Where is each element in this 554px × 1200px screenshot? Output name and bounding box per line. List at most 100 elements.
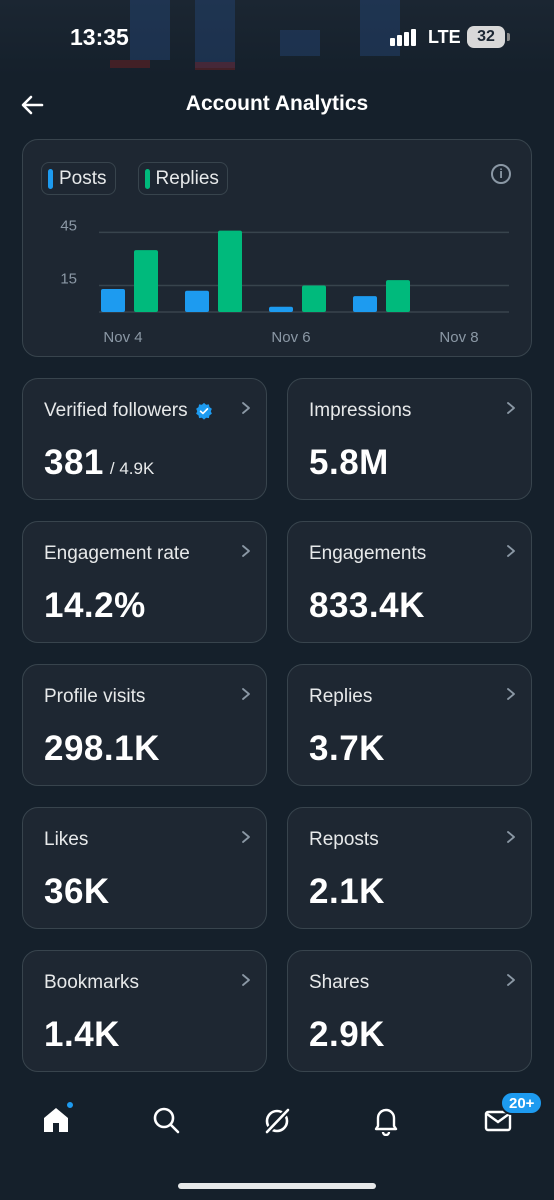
metric-card-shares[interactable]: Shares 2.9K bbox=[287, 950, 532, 1072]
metric-label-text: Engagements bbox=[309, 543, 427, 564]
chevron-right-icon bbox=[507, 402, 515, 414]
legend-replies[interactable]: Replies bbox=[137, 162, 228, 195]
signal-icon bbox=[390, 26, 420, 46]
metric-value: 14.2% bbox=[44, 586, 146, 626]
metric-label-text: Shares bbox=[309, 972, 370, 993]
metric-label: Replies bbox=[309, 686, 372, 708]
metric-total: / 4.9K bbox=[109, 459, 155, 478]
metric-label: Bookmarks bbox=[44, 972, 139, 994]
metric-value-text: 2.1K bbox=[309, 872, 385, 911]
nav-notifications[interactable] bbox=[370, 1104, 404, 1138]
metric-label-text: Replies bbox=[309, 686, 373, 707]
metric-label: Profile visits bbox=[44, 686, 145, 708]
metric-value-text: 1.4K bbox=[44, 1015, 120, 1054]
nav-messages[interactable]: 20+ bbox=[482, 1091, 544, 1138]
nav-grok[interactable] bbox=[260, 1104, 294, 1138]
chevron-right-icon bbox=[242, 545, 250, 557]
x-tick-label: Nov 4 bbox=[103, 329, 142, 346]
page-header: Account Analytics bbox=[0, 86, 554, 126]
grok-icon bbox=[263, 1106, 292, 1136]
metric-card-verified-followers[interactable]: Verified followers 381 / 4.9K bbox=[22, 378, 267, 500]
chevron-right-icon bbox=[242, 688, 250, 700]
metric-card-likes[interactable]: Likes 36K bbox=[22, 807, 267, 929]
metric-value-text: 5.8M bbox=[309, 443, 389, 482]
notification-dot bbox=[65, 1100, 75, 1110]
metric-label-text: Bookmarks bbox=[44, 972, 140, 993]
legend-posts[interactable]: Posts bbox=[41, 162, 116, 195]
battery-icon: 32 bbox=[467, 26, 510, 48]
metric-value: 36K bbox=[44, 872, 110, 912]
nav-search[interactable] bbox=[150, 1104, 184, 1138]
metric-value-text: 2.9K bbox=[309, 1015, 385, 1054]
metric-value: 5.8M bbox=[309, 443, 389, 483]
status-bar: 13:35 LTE 32 bbox=[0, 0, 554, 76]
metric-value-text: 3.7K bbox=[309, 729, 385, 768]
x-tick-label: Nov 8 bbox=[439, 329, 478, 346]
y-tick-label: 15 bbox=[60, 270, 77, 287]
bar-replies-nov-4 bbox=[134, 250, 158, 312]
bell-icon bbox=[374, 1108, 398, 1137]
metric-card-reposts[interactable]: Reposts 2.1K bbox=[287, 807, 532, 929]
chevron-right-icon bbox=[242, 974, 250, 986]
metric-value: 3.7K bbox=[309, 729, 385, 769]
chevron-right-icon bbox=[242, 831, 250, 843]
metric-value: 2.9K bbox=[309, 1015, 385, 1055]
bar-replies-nov-7 bbox=[386, 280, 410, 312]
replies-swatch bbox=[144, 168, 150, 189]
background-blur-shape bbox=[195, 62, 235, 70]
bar-replies-nov-6 bbox=[302, 285, 326, 312]
verified-badge-icon bbox=[195, 402, 212, 420]
network-type: LTE bbox=[428, 27, 461, 47]
messages-count-badge: 20+ bbox=[500, 1091, 544, 1115]
background-blur-shape bbox=[280, 30, 320, 56]
metric-card-engagement-rate[interactable]: Engagement rate 14.2% bbox=[22, 521, 267, 643]
metric-value: 833.4K bbox=[309, 586, 425, 626]
legend-replies-label: Replies bbox=[155, 167, 219, 189]
search-icon bbox=[153, 1107, 180, 1134]
metric-label-text: Reposts bbox=[309, 829, 379, 850]
metric-label-text: Verified followers bbox=[44, 400, 188, 421]
metric-card-replies[interactable]: Replies 3.7K bbox=[287, 664, 532, 786]
x-tick-label: Nov 6 bbox=[271, 329, 310, 346]
posts-swatch bbox=[48, 168, 53, 189]
metric-value: 298.1K bbox=[44, 729, 160, 769]
metric-value: 2.1K bbox=[309, 872, 385, 912]
metric-label: Reposts bbox=[309, 829, 379, 851]
metric-value-text: 381 bbox=[44, 443, 104, 482]
metric-value: 381 / 4.9K bbox=[44, 443, 154, 483]
bar-posts-nov-4 bbox=[101, 289, 125, 312]
home-indicator[interactable] bbox=[178, 1183, 376, 1189]
metric-label-text: Likes bbox=[44, 829, 89, 850]
metric-label-text: Profile visits bbox=[44, 686, 146, 707]
bar-posts-nov-6 bbox=[269, 306, 293, 312]
metric-label-text: Engagement rate bbox=[44, 543, 190, 564]
chevron-right-icon bbox=[507, 688, 515, 700]
activity-chart-card: 45 15 Nov 4 Nov 6 Nov 8 Posts Replies i bbox=[22, 139, 532, 357]
background-blur-shape bbox=[195, 0, 235, 68]
metric-value: 1.4K bbox=[44, 1015, 120, 1055]
chevron-right-icon bbox=[507, 974, 515, 986]
metric-label: Shares bbox=[309, 972, 369, 994]
metric-card-bookmarks[interactable]: Bookmarks 1.4K bbox=[22, 950, 267, 1072]
metric-card-impressions[interactable]: Impressions 5.8M bbox=[287, 378, 532, 500]
legend-posts-label: Posts bbox=[59, 167, 107, 189]
metric-label: Likes bbox=[44, 829, 88, 851]
metric-card-engagements[interactable]: Engagements 833.4K bbox=[287, 521, 532, 643]
metric-label: Engagement rate bbox=[44, 543, 190, 565]
metric-value-text: 14.2% bbox=[44, 586, 146, 625]
metric-value-text: 298.1K bbox=[44, 729, 160, 768]
bar-posts-nov-7 bbox=[353, 296, 377, 312]
metric-label: Impressions bbox=[309, 400, 411, 422]
status-time: 13:35 bbox=[70, 24, 129, 50]
nav-home[interactable] bbox=[40, 1100, 75, 1138]
chart-legend: Posts Replies bbox=[41, 162, 228, 195]
metric-label-text: Impressions bbox=[309, 400, 412, 421]
metric-card-profile-visits[interactable]: Profile visits 298.1K bbox=[22, 664, 267, 786]
info-icon[interactable]: i bbox=[491, 164, 511, 184]
metric-label: Engagements bbox=[309, 543, 426, 565]
bar-replies-nov-5 bbox=[218, 230, 242, 312]
page-title: Account Analytics bbox=[185, 92, 369, 115]
y-tick-label: 45 bbox=[60, 217, 77, 234]
chevron-right-icon bbox=[507, 545, 515, 557]
background-blur-shape bbox=[130, 0, 170, 60]
